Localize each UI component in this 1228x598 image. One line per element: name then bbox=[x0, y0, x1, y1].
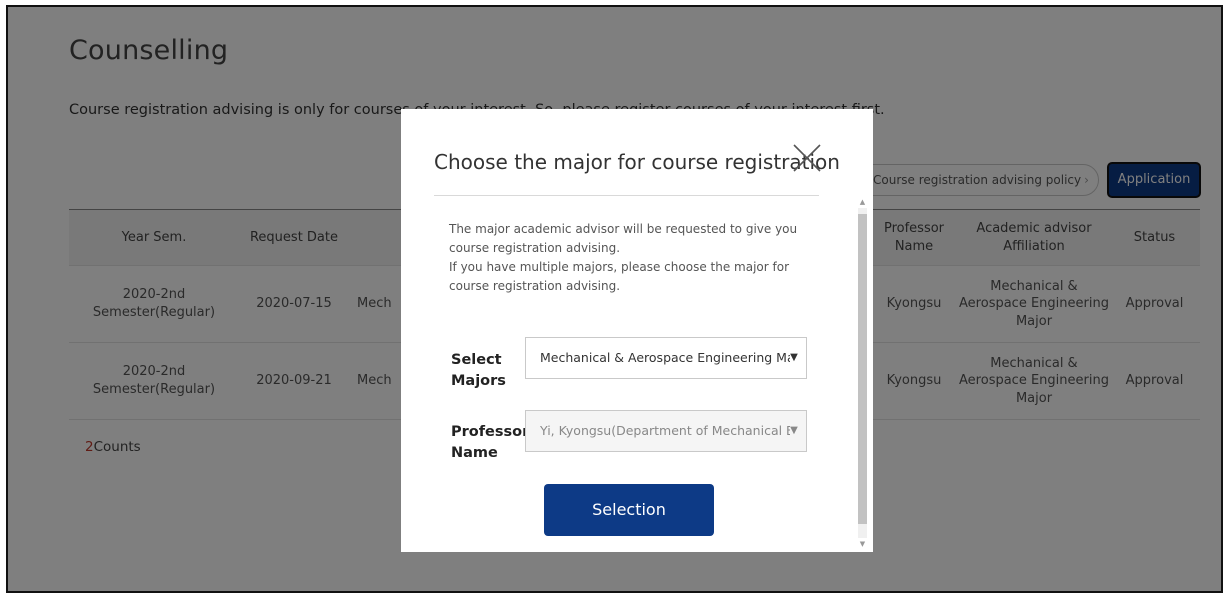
scroll-thumb[interactable] bbox=[858, 214, 867, 524]
dialog-title: Choose the major for course registration bbox=[434, 150, 840, 174]
majors-select[interactable]: Mechanical & Aerospace Engineering Major… bbox=[525, 337, 807, 379]
dialog-description: The major academic advisor will be reque… bbox=[449, 220, 799, 296]
page-frame: Counselling Course registration advising… bbox=[6, 5, 1223, 593]
select-majors-label: Select Majors bbox=[451, 352, 506, 389]
professor-select[interactable]: Yi, Kyongsu(Department of Mechanical E ▼ bbox=[525, 410, 807, 452]
dialog-scrollbar[interactable]: ▲ ▼ bbox=[855, 196, 870, 550]
chevron-down-icon: ▼ bbox=[790, 352, 798, 363]
professor-select-value: Yi, Kyongsu(Department of Mechanical E bbox=[540, 423, 790, 438]
major-selection-dialog: Choose the major for course registration… bbox=[401, 109, 873, 552]
scroll-down-icon[interactable]: ▼ bbox=[858, 540, 867, 548]
selection-button[interactable]: Selection bbox=[544, 484, 714, 536]
majors-select-value: Mechanical & Aerospace Engineering Major bbox=[540, 350, 790, 365]
chevron-down-icon: ▼ bbox=[790, 425, 798, 436]
close-icon[interactable] bbox=[791, 142, 823, 174]
dialog-divider bbox=[434, 195, 819, 196]
scroll-up-icon[interactable]: ▲ bbox=[858, 198, 867, 206]
description-line-1: The major academic advisor will be reque… bbox=[449, 222, 798, 255]
professor-name-label: Professor Name bbox=[451, 424, 530, 461]
description-line-2: If you have multiple majors, please choo… bbox=[449, 260, 789, 293]
